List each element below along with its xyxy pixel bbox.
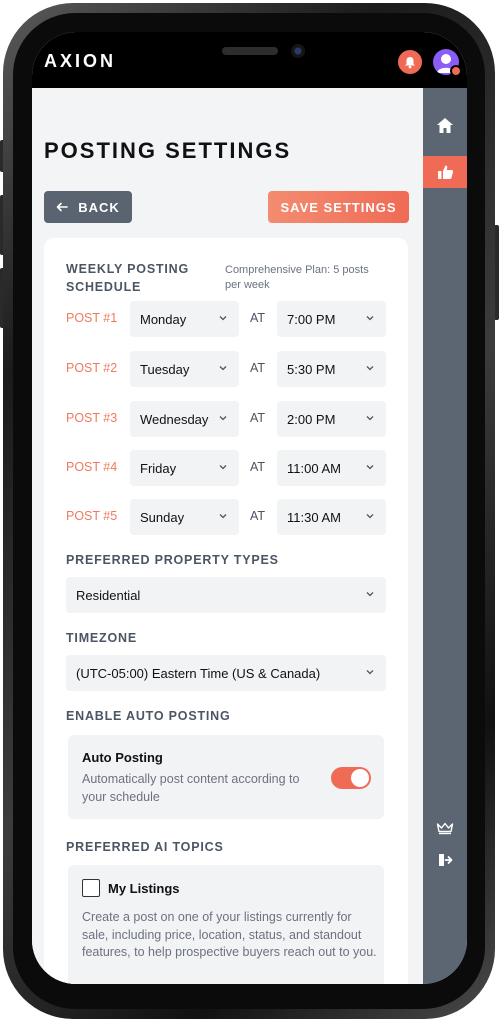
post-day-select[interactable]: Sunday: [130, 499, 239, 535]
chevron-down-icon: [366, 670, 374, 675]
post-time-select[interactable]: 7:00 PM: [277, 301, 386, 337]
post-row: POST #4 Friday AT 11:00 AM: [66, 450, 386, 486]
post-time-value: 5:30 PM: [287, 361, 336, 377]
post-day-value: Monday: [140, 311, 187, 327]
nav-home[interactable]: [423, 110, 467, 140]
auto-posting-panel: Auto Posting Automatically post content …: [68, 735, 384, 819]
chevron-down-icon: [366, 366, 374, 371]
at-label: AT: [250, 361, 266, 375]
post-time-value: 7:00 PM: [287, 311, 336, 327]
post-day-value: Tuesday: [140, 361, 190, 377]
chevron-down-icon: [366, 465, 374, 470]
post-day-select[interactable]: Friday: [130, 450, 239, 486]
chevron-down-icon: [366, 416, 374, 421]
ai-topic-item: My Listings Create a post on one of your…: [68, 865, 384, 984]
logout-icon: [438, 854, 452, 866]
chevron-down-icon: [366, 592, 374, 597]
avatar-status-badge: [450, 65, 462, 77]
ai-topic-description: Create a post on one of your listings cu…: [82, 910, 377, 959]
toggle-knob: [351, 769, 369, 787]
at-label: AT: [250, 509, 266, 523]
timezone-select[interactable]: (UTC-05:00) Eastern Time (US & Canada): [66, 655, 386, 691]
ai-topics-heading: PREFERRED AI TOPICS: [66, 840, 224, 854]
main-content: POSTING SETTINGS BACK SAVE SETTINGS WEEK…: [32, 88, 423, 984]
post-day-value: Sunday: [140, 509, 185, 525]
post-time-value: 11:00 AM: [287, 460, 341, 476]
post-row: POST #1 Monday AT 7:00 PM: [66, 301, 386, 337]
post-time-select[interactable]: 11:00 AM: [277, 450, 386, 486]
post-time-select[interactable]: 2:00 PM: [277, 401, 386, 437]
at-label: AT: [250, 311, 266, 325]
post-label: POST #5: [66, 509, 118, 523]
chevron-down-icon: [219, 416, 227, 421]
chevron-down-icon: [219, 366, 227, 371]
timezone-value: (UTC-05:00) Eastern Time (US & Canada): [76, 665, 321, 681]
home-icon: [437, 117, 453, 133]
post-time-value: 11:30 AM: [287, 509, 341, 525]
back-button[interactable]: BACK: [44, 191, 132, 223]
plan-note: Comprehensive Plan: 5 posts per week: [225, 264, 369, 291]
settings-card: WEEKLY POSTING SCHEDULE Comprehensive Pl…: [44, 238, 408, 984]
timezone-heading: TIMEZONE: [66, 631, 137, 645]
notifications-button[interactable]: [398, 50, 422, 74]
post-label: POST #2: [66, 361, 118, 375]
chevron-down-icon: [219, 316, 227, 321]
at-label: AT: [250, 460, 266, 474]
phone-screen: AXION POSTING SETTINGS BACK SAVE SETTING…: [32, 32, 467, 984]
weekly-schedule-heading: WEEKLY POSTING SCHEDULE: [66, 262, 190, 294]
chevron-down-icon: [219, 514, 227, 519]
nav-posting[interactable]: [423, 156, 467, 188]
phone-speaker: [222, 47, 278, 55]
post-label: POST #4: [66, 460, 118, 474]
phone-camera: [291, 44, 305, 58]
post-day-select[interactable]: Wednesday: [130, 401, 239, 437]
post-label: POST #3: [66, 411, 118, 425]
property-type-value: Residential: [76, 587, 141, 603]
back-button-label: BACK: [78, 199, 120, 215]
property-type-select[interactable]: Residential: [66, 577, 386, 613]
chevron-down-icon: [366, 514, 374, 519]
save-settings-label: SAVE SETTINGS: [280, 199, 397, 215]
post-row: POST #3 Wednesday AT 2:00 PM: [66, 401, 386, 437]
chevron-down-icon: [366, 316, 374, 321]
brand-logo[interactable]: AXION: [44, 51, 116, 72]
top-bar: AXION: [32, 32, 467, 88]
bell-icon: [405, 56, 415, 68]
save-settings-button[interactable]: SAVE SETTINGS: [268, 191, 409, 223]
crown-icon: [436, 822, 454, 834]
nav-upgrade[interactable]: [423, 816, 467, 840]
post-row: POST #2 Tuesday AT 5:30 PM: [66, 351, 386, 387]
page-title: POSTING SETTINGS: [44, 138, 292, 163]
auto-posting-toggle[interactable]: [331, 767, 371, 789]
auto-posting-description: Automatically post content according to …: [82, 772, 300, 804]
post-day-select[interactable]: Monday: [130, 301, 239, 337]
chevron-down-icon: [219, 465, 227, 470]
thumbs-up-icon: [437, 165, 453, 179]
post-day-select[interactable]: Tuesday: [130, 351, 239, 387]
side-rail: [423, 88, 467, 984]
property-types-heading: PREFERRED PROPERTY TYPES: [66, 553, 279, 567]
post-time-select[interactable]: 5:30 PM: [277, 351, 386, 387]
post-row: POST #5 Sunday AT 11:30 AM: [66, 499, 386, 535]
post-label: POST #1: [66, 311, 118, 325]
post-day-value: Friday: [140, 460, 177, 476]
ai-topic-title: My Listings: [108, 881, 180, 896]
at-label: AT: [250, 411, 266, 425]
nav-logout[interactable]: [423, 848, 467, 872]
post-time-value: 2:00 PM: [287, 411, 336, 427]
post-day-value: Wednesday: [140, 411, 209, 427]
auto-posting-heading: ENABLE AUTO POSTING: [66, 709, 231, 723]
arrow-left-icon: [56, 202, 69, 212]
my-listings-checkbox[interactable]: [82, 879, 100, 897]
post-time-select[interactable]: 11:30 AM: [277, 499, 386, 535]
auto-posting-title: Auto Posting: [82, 750, 163, 765]
